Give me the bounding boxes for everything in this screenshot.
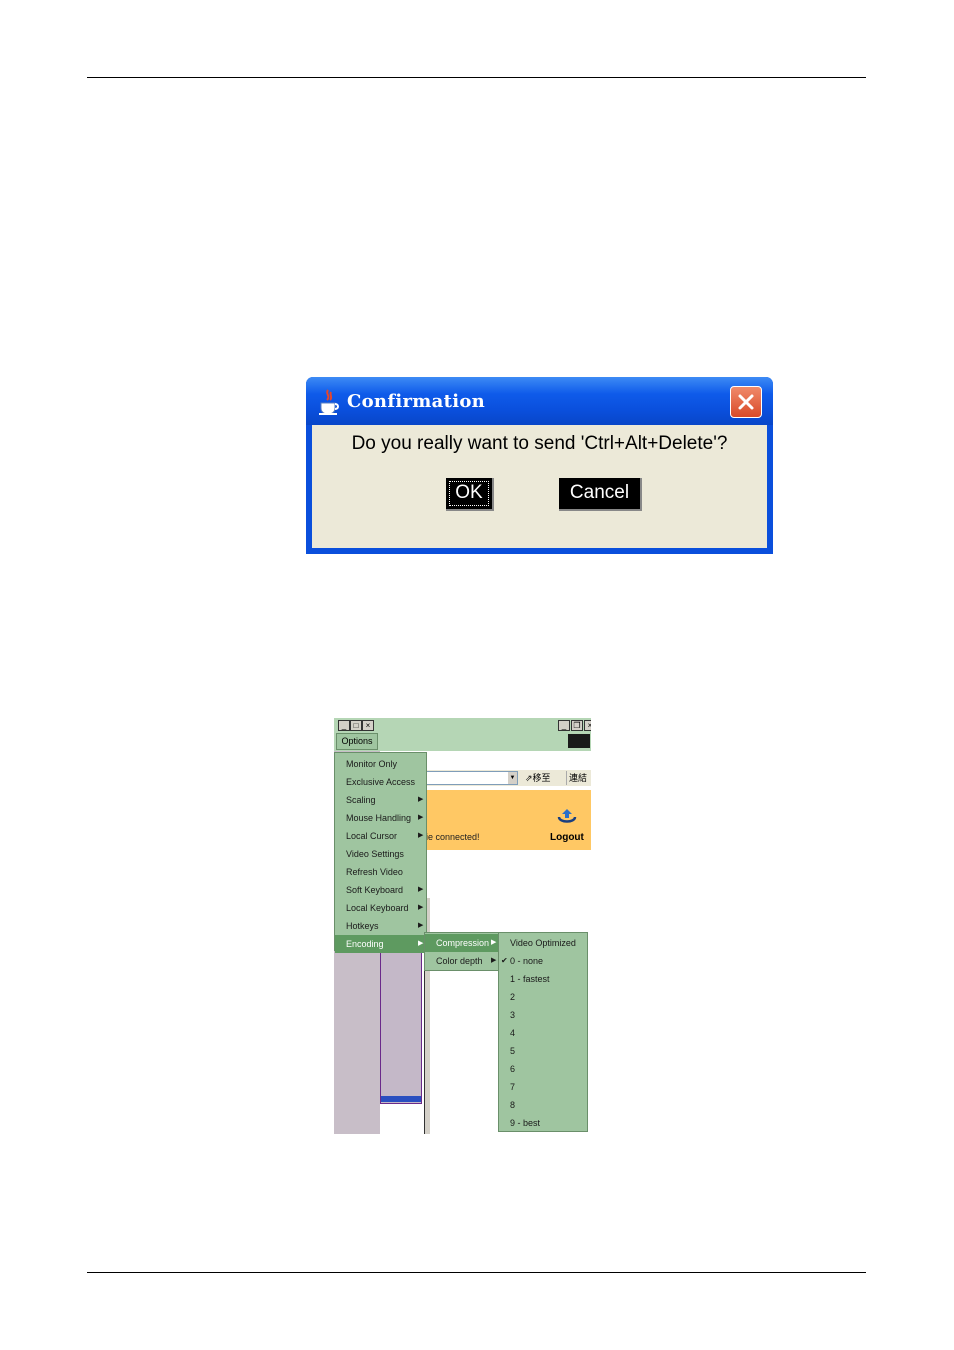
encoding-submenu: Compression ▶ Color depth ▶ (424, 932, 499, 971)
go-label: 移至 (532, 773, 551, 783)
menu-item-local-cursor[interactable]: Local Cursor ▶ (335, 827, 426, 845)
menu-item-compression[interactable]: Compression ▶ (425, 934, 498, 952)
menu-item-exclusive-access[interactable]: Exclusive Access (335, 773, 426, 791)
submenu-arrow-icon: ▶ (418, 922, 424, 929)
submenu-arrow-icon: ▶ (418, 886, 424, 893)
submenu-arrow-icon: ▶ (491, 939, 497, 946)
go-icon: ⇗ (525, 773, 533, 783)
submenu-arrow-icon: ▶ (491, 957, 497, 964)
submenu-arrow-icon: ▶ (418, 940, 424, 947)
menu-item-compression-1[interactable]: 1 - fastest (499, 970, 587, 988)
address-dropdown[interactable]: ▼ (508, 772, 517, 784)
menu-item-local-keyboard[interactable]: Local Keyboard ▶ (335, 899, 426, 917)
menu-item-compression-7[interactable]: 7 (499, 1078, 587, 1096)
options-menu-button[interactable]: Options (336, 733, 378, 750)
minimize-icon[interactable]: _ (558, 720, 570, 731)
viewer-toolbar (380, 732, 591, 751)
go-button[interactable]: ⇗移至 (525, 771, 560, 785)
kvm-viewer-screenshot: _ □ × Options _ ❐ × ▼ ⇗移至 連結 ie connecte… (334, 718, 591, 1134)
options-menu: Monitor Only Exclusive Access Scaling ▶ M… (334, 752, 427, 953)
menu-item-compression-3[interactable]: 3 (499, 1006, 587, 1024)
confirmation-dialog: Confirmation Do you really want to send … (306, 377, 773, 554)
compression-submenu: Video Optimized ✔ 0 - none 1 - fastest 2 … (498, 932, 588, 1132)
status-text: ie connected! (426, 832, 480, 842)
close-icon (738, 394, 754, 410)
close-icon[interactable]: × (362, 720, 374, 731)
logout-label[interactable]: Logout (550, 832, 584, 843)
check-icon: ✔ (501, 956, 508, 965)
dialog-titlebar[interactable]: Confirmation (306, 377, 773, 425)
viewer-pane (380, 952, 422, 1104)
links-label: 連結 (569, 773, 588, 783)
menu-item-compression-4[interactable]: 4 (499, 1024, 587, 1042)
address-input[interactable] (426, 771, 518, 785)
menu-item-refresh-video[interactable]: Refresh Video (335, 863, 426, 881)
java-cup-icon (319, 389, 339, 415)
footer-rule (87, 1272, 866, 1273)
menu-item-video-optimized[interactable]: Video Optimized (499, 934, 587, 952)
menu-item-color-depth[interactable]: Color depth ▶ (425, 952, 498, 970)
options-label: Options (341, 736, 373, 746)
submenu-arrow-icon: ▶ (418, 814, 424, 821)
menu-item-mouse-handling[interactable]: Mouse Handling ▶ (335, 809, 426, 827)
menu-item-hotkeys[interactable]: Hotkeys ▶ (335, 917, 426, 935)
menu-item-compression-9[interactable]: 9 - best (499, 1114, 587, 1132)
restore-icon[interactable]: ❐ (571, 720, 583, 731)
menu-item-encoding[interactable]: Encoding ▶ (335, 935, 426, 953)
menu-item-compression-6[interactable]: 6 (499, 1060, 587, 1078)
close-icon[interactable]: × (584, 720, 591, 731)
focus-ring (449, 481, 489, 506)
menu-item-compression-8[interactable]: 8 (499, 1096, 587, 1114)
close-button[interactable] (730, 386, 762, 418)
menu-item-scaling[interactable]: Scaling ▶ (335, 791, 426, 809)
dialog-body: Do you really want to send 'Ctrl+Alt+Del… (312, 425, 767, 548)
header-rule (87, 77, 866, 78)
dialog-message: Do you really want to send 'Ctrl+Alt+Del… (351, 433, 728, 454)
ok-button[interactable]: OK (446, 478, 494, 511)
submenu-arrow-icon: ▶ (418, 796, 424, 803)
windows-logo-icon (568, 734, 590, 748)
submenu-arrow-icon: ▶ (418, 832, 424, 839)
menu-item-compression-2[interactable]: 2 (499, 988, 587, 1006)
cancel-button[interactable]: Cancel (559, 478, 642, 511)
menu-item-compression-5[interactable]: 5 (499, 1042, 587, 1060)
taskbar-strip (381, 1096, 421, 1102)
menu-item-video-settings[interactable]: Video Settings (335, 845, 426, 863)
minimize-icon[interactable]: _ (338, 720, 350, 731)
links-button[interactable]: 連結 (566, 771, 591, 785)
menu-item-monitor-only[interactable]: Monitor Only (335, 755, 426, 773)
submenu-arrow-icon: ▶ (418, 904, 424, 911)
menu-item-compression-0[interactable]: ✔ 0 - none (499, 952, 587, 970)
cancel-label: Cancel (569, 482, 630, 503)
menu-item-soft-keyboard[interactable]: Soft Keyboard ▶ (335, 881, 426, 899)
logout-icon[interactable] (556, 807, 578, 825)
maximize-icon[interactable]: □ (350, 720, 362, 731)
dialog-title: Confirmation (347, 391, 486, 412)
